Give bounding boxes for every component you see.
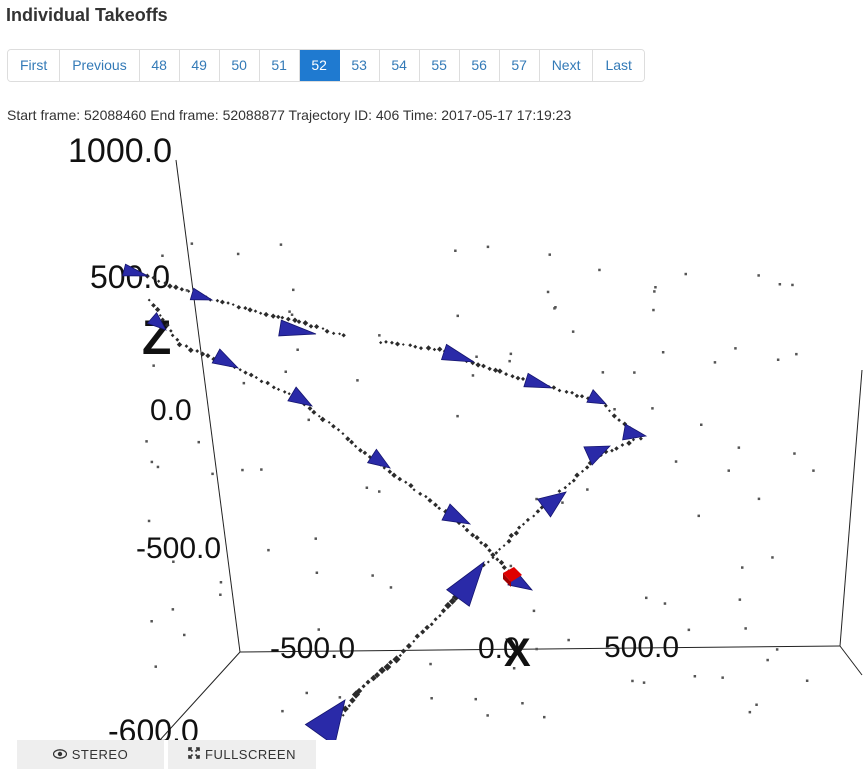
z-tick-label: 500.0 (90, 259, 170, 295)
page-first-link[interactable]: First (8, 50, 61, 81)
fullscreen-button[interactable]: FULLSCREEN (168, 740, 316, 769)
page-link-49[interactable]: 49 (179, 50, 220, 81)
x-axis-label: X (504, 631, 531, 675)
expand-icon (188, 747, 200, 762)
page-link-54[interactable]: 54 (379, 50, 420, 81)
eye-icon (52, 747, 67, 762)
page-link-57[interactable]: 57 (499, 50, 540, 81)
page-previous-link[interactable]: Previous (60, 50, 140, 81)
trajectory-info: Start frame: 52088460 End frame: 5208887… (7, 107, 572, 123)
x-tick-label: -500.0 (270, 632, 355, 665)
page-last-link[interactable]: Last (593, 50, 644, 81)
z-tick-label: 1000.0 (68, 132, 172, 170)
x-tick-label: 500.0 (604, 631, 679, 664)
page-link-53[interactable]: 53 (339, 50, 380, 81)
trajectory-points (128, 268, 643, 738)
pagination: First Previous 48 49 50 51 52 53 54 55 5… (7, 49, 645, 82)
page-link-51[interactable]: 51 (259, 50, 300, 81)
orientation-cones (121, 263, 648, 740)
page-link-56[interactable]: 56 (459, 50, 500, 81)
fullscreen-button-label: FULLSCREEN (205, 747, 296, 762)
page-link-55[interactable]: 55 (419, 50, 460, 81)
stereo-button-label: STEREO (71, 747, 129, 762)
stereo-button[interactable]: STEREO (17, 740, 164, 769)
page-link-50[interactable]: 50 (219, 50, 260, 81)
page-link-48[interactable]: 48 (139, 50, 180, 81)
z-tick-label: -600.0 (108, 713, 199, 740)
z-tick-label: 0.0 (150, 394, 192, 427)
page-link-52-active[interactable]: 52 (299, 50, 340, 81)
z-tick-label: -500.0 (136, 532, 221, 565)
page-title: Individual Takeoffs (6, 5, 168, 25)
viewer-controls: STEREO FULLSCREEN (17, 740, 316, 769)
trajectory-3d-viewer[interactable]: 1000.0 500.0 Z 0.0 -500.0 -500.0 0.0 X 5… (0, 130, 864, 740)
page-next-link[interactable]: Next (539, 50, 594, 81)
